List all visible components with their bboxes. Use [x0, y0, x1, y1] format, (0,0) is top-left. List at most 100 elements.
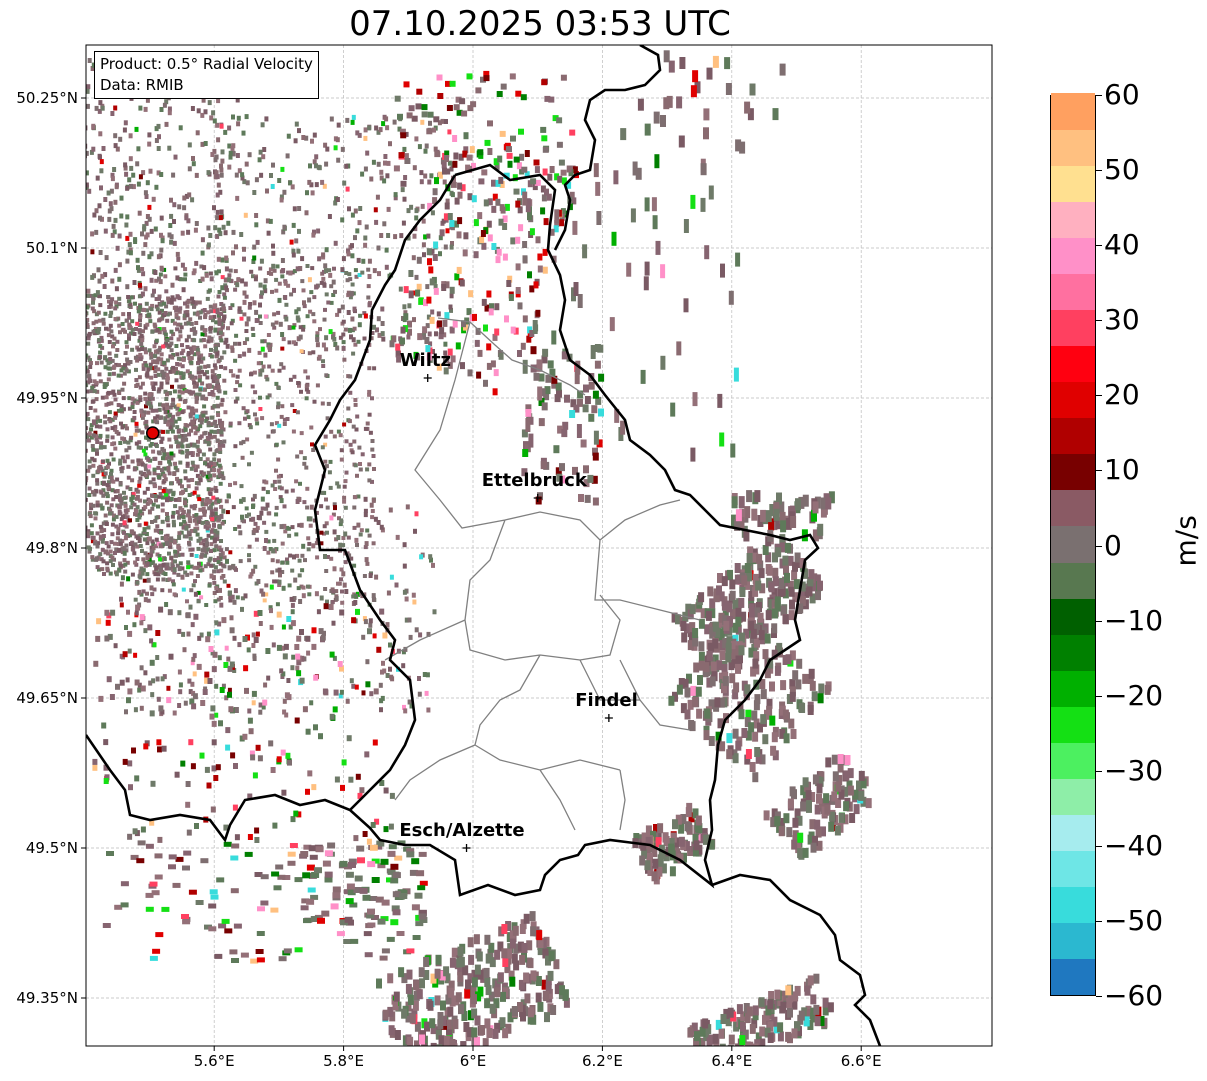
echo-pixel [290, 609, 295, 615]
echo-pixel [377, 271, 381, 277]
echo-pixel [171, 492, 176, 497]
echo-pixel [172, 592, 177, 597]
echo-pixel [98, 552, 103, 557]
echo-pixel [441, 284, 447, 291]
echo-pixel [133, 597, 138, 602]
echo-pixel [90, 385, 95, 390]
echo-pixel [173, 321, 177, 326]
echo-pixel [217, 317, 222, 322]
echo-pixel [111, 223, 116, 229]
echo-pixel [176, 356, 181, 361]
echo-pixel [264, 116, 269, 122]
echo-pixel [92, 492, 97, 497]
echo-pixel [180, 230, 185, 236]
echo-pixel [121, 515, 125, 520]
echo-pixel [114, 184, 119, 190]
echo-pixel [778, 579, 785, 589]
echo-pixel [169, 418, 174, 423]
echo-pixel [164, 565, 169, 571]
echo-pixel [477, 212, 483, 220]
echo-pixel [272, 822, 278, 829]
echo-pixel [758, 630, 765, 641]
echo-pixel [120, 436, 125, 441]
echo-pixel [128, 156, 133, 162]
echo-pixel [319, 504, 324, 509]
echo-pixel [183, 272, 188, 277]
echo-pixel [444, 168, 451, 175]
echo-pixel [380, 321, 385, 326]
echo-pixel [168, 653, 174, 660]
echo-pixel [199, 434, 204, 439]
echo-pixel [372, 467, 376, 471]
echo-pixel [251, 516, 256, 522]
echo-pixel [216, 877, 225, 883]
echo-pixel [198, 568, 203, 573]
echo-pixel [775, 547, 782, 558]
echo-pixel [221, 306, 226, 312]
echo-pixel [138, 509, 143, 514]
echo-pixel [729, 590, 736, 601]
echo-pixel [336, 429, 341, 434]
echo-pixel [774, 596, 781, 607]
echo-pixel [143, 743, 149, 750]
echo-pixel [149, 228, 154, 234]
echo-pixel [426, 248, 432, 256]
echo-pixel [160, 468, 164, 473]
echo-pixel [113, 133, 118, 139]
echo-pixel [142, 578, 147, 583]
echo-pixel [171, 365, 176, 370]
echo-pixel [196, 538, 201, 543]
echo-pixel [145, 561, 150, 567]
echo-pixel [358, 313, 363, 318]
echo-pixel [393, 165, 400, 172]
echo-pixel [479, 236, 485, 244]
echo-pixel [194, 172, 199, 178]
echo-pixel [77, 159, 81, 164]
echo-pixel [760, 714, 767, 725]
echo-pixel [324, 497, 328, 502]
echo-pixel [276, 644, 282, 651]
echo-pixel [811, 691, 818, 702]
echo-pixel [113, 446, 118, 451]
echo-pixel [403, 286, 409, 294]
echo-pixel [206, 782, 212, 789]
echo-pixel [450, 355, 456, 363]
echo-pixel [385, 173, 390, 179]
echo-pixel [368, 573, 373, 578]
echo-pixel [241, 130, 246, 136]
echo-pixel [233, 527, 238, 531]
echo-pixel [323, 554, 327, 559]
echo-pixel [302, 300, 306, 306]
echo-pixel [591, 405, 598, 414]
echo-pixel [397, 113, 403, 120]
echo-pixel [347, 206, 351, 212]
echo-pixel [145, 322, 150, 327]
echo-pixel [220, 425, 224, 429]
echo-pixel [789, 599, 795, 610]
echo-pixel [180, 410, 185, 415]
echo-pixel [140, 291, 145, 297]
echo-pixel [165, 406, 170, 411]
echo-pixel [138, 476, 143, 481]
echo-pixel [103, 228, 108, 234]
echo-pixel [90, 555, 95, 560]
echo-pixel [433, 116, 440, 123]
echo-pixel [353, 208, 358, 214]
echo-pixel [241, 439, 246, 444]
echo-pixel [275, 864, 284, 870]
echo-pixel [161, 456, 165, 461]
echo-pixel [127, 833, 133, 840]
echo-pixel [190, 460, 195, 465]
echo-pixel [209, 354, 214, 359]
echo-pixel [382, 632, 388, 639]
echo-pixel [113, 317, 118, 321]
echo-pixel [154, 853, 163, 859]
echo-pixel [119, 501, 124, 506]
echo-pixel [122, 520, 127, 526]
echo-pixel [421, 104, 428, 111]
echo-pixel [103, 311, 108, 316]
echo-pixel [329, 429, 334, 434]
echo-pixel [251, 643, 256, 648]
echo-pixel [160, 436, 165, 441]
echo-pixel [476, 371, 482, 379]
